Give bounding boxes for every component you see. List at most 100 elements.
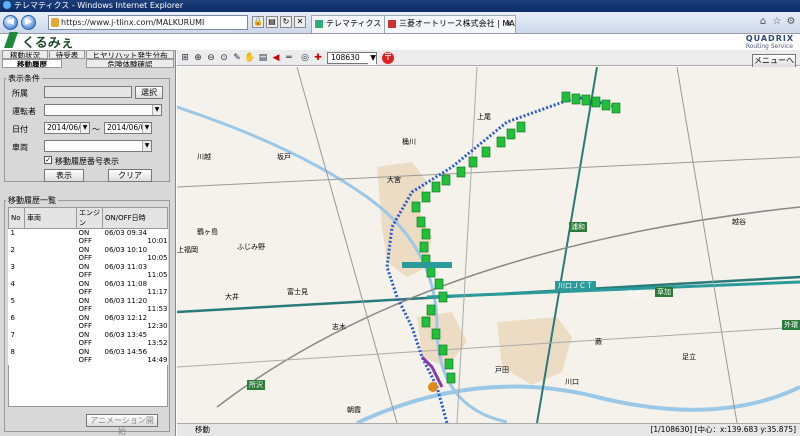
lock-icon[interactable]: 🔒 xyxy=(252,16,264,28)
table-row[interactable]: 7 ON 06/03 13:45 xyxy=(9,331,168,340)
table-row[interactable]: OFF 12:30 xyxy=(9,322,168,331)
table-row[interactable]: OFF 13:52 xyxy=(9,339,168,348)
menu-button[interactable]: メニューへ xyxy=(752,54,796,68)
cell-time: 10:01 xyxy=(147,237,168,246)
tab-standby[interactable]: 待受表 xyxy=(49,50,85,59)
col-no: No xyxy=(8,207,25,229)
select-button[interactable]: 選択 xyxy=(135,86,163,99)
table-row[interactable]: OFF 11:05 xyxy=(9,271,168,280)
plus-icon[interactable]: ✚ xyxy=(312,52,324,64)
layer-icon[interactable]: ◎ xyxy=(299,52,311,64)
jct-marker xyxy=(402,262,452,268)
place-label: 大宮 xyxy=(387,176,401,184)
chevron-down-icon: ▼ xyxy=(80,123,89,133)
hand-icon[interactable]: ✋ xyxy=(244,52,256,64)
show-seq-label: 移動履歴番号表示 xyxy=(55,157,119,166)
cell-no: 2 xyxy=(10,245,15,254)
cell-car xyxy=(25,348,77,357)
table-row[interactable]: OFF 10:01 xyxy=(9,237,168,246)
address-bar[interactable]: https://www.j-tlinx.com/MALKURUMI xyxy=(48,15,248,30)
cell-time: 06/03 11:20 xyxy=(104,296,148,305)
table-row[interactable]: OFF 11:53 xyxy=(9,305,168,314)
fit-icon[interactable]: ⊞ xyxy=(179,52,191,64)
logo-text: くるみぇ xyxy=(22,36,74,51)
river xyxy=(177,105,508,423)
vehicle-select[interactable]: ▼ xyxy=(44,140,152,152)
table-row[interactable]: 6 ON 06/03 12:12 xyxy=(9,314,168,323)
secure-icon xyxy=(51,18,59,27)
table-row[interactable]: 1 ON 06/03 09:34 xyxy=(9,229,168,238)
cell-time: 06/03 11:08 xyxy=(104,279,148,288)
stop-icon[interactable]: ✕ xyxy=(294,16,306,28)
home-icon[interactable]: ⌂ xyxy=(757,16,769,28)
table-row[interactable]: OFF 10:05 xyxy=(9,254,168,263)
forward-button[interactable]: ▶ xyxy=(21,15,36,30)
office-field[interactable] xyxy=(44,86,132,98)
cell-time: 10:05 xyxy=(147,254,168,263)
cell-time: 06/03 14:56 xyxy=(104,347,148,356)
compat-icon[interactable]: ▤ xyxy=(266,16,278,28)
table-row[interactable]: 2 ON 06/03 10:10 xyxy=(9,246,168,255)
cell-time: 06/03 09:34 xyxy=(104,229,148,237)
gear-icon[interactable]: ⚙ xyxy=(785,16,797,28)
table-row[interactable]: 5 ON 06/03 11:20 xyxy=(9,297,168,306)
refresh-icon[interactable]: ↻ xyxy=(280,16,292,28)
zoom-out-icon[interactable]: ⊖ xyxy=(205,52,217,64)
table-row[interactable]: OFF 14:49 xyxy=(9,356,168,365)
tab-movement-history[interactable]: 移動履歴 xyxy=(2,59,62,68)
ruler-icon[interactable]: ═ xyxy=(283,52,295,64)
date-to-field[interactable]: 2014/06/03 ▼ xyxy=(104,122,152,134)
cell-time: 13:52 xyxy=(147,339,168,348)
favorites-icon[interactable]: ☆ xyxy=(771,16,783,28)
tab-mitsubishi[interactable]: 三菱オートリース株式会社 | MA... × xyxy=(384,15,516,33)
road-label: 草加 xyxy=(627,290,641,298)
scale-select[interactable]: 108630 ▼ xyxy=(327,52,377,65)
date-from-field[interactable]: 2014/06/03 ▼ xyxy=(44,122,90,134)
chevron-down-icon: ▼ xyxy=(152,105,161,115)
show-button[interactable]: 表示 xyxy=(44,169,84,182)
col-time: ON/OFF日時 xyxy=(102,207,168,229)
place-label: ふじみ野 xyxy=(237,243,265,251)
cell-time: 11:17 xyxy=(147,288,168,297)
table-row[interactable]: OFF 11:17 xyxy=(9,288,168,297)
print-icon[interactable]: ▤ xyxy=(257,52,269,64)
close-icon[interactable]: × xyxy=(505,16,512,32)
zoom-area-icon[interactable]: ⊙ xyxy=(218,52,230,64)
table-row[interactable]: 8 ON 06/03 14:56 xyxy=(9,348,168,357)
back-button[interactable]: ◀ xyxy=(3,15,18,30)
vehicle-icon xyxy=(428,382,438,392)
brand-logo: QUADRIX Routing Service xyxy=(746,34,794,50)
zoom-in-icon[interactable]: ⊕ xyxy=(192,52,204,64)
cell-no: 6 xyxy=(10,313,15,322)
postal-icon[interactable]: 〒 xyxy=(382,52,394,64)
browser-toolbar: ◀ ▶ https://www.j-tlinx.com/MALKURUMI 🔒 … xyxy=(0,12,800,34)
table-row[interactable]: 4 ON 06/03 11:08 xyxy=(9,280,168,289)
window-titlebar: テレマティクス - Windows Internet Explorer xyxy=(0,0,800,12)
tab-operation-status[interactable]: 稼動状況 xyxy=(2,50,48,59)
driver-select[interactable]: ▼ xyxy=(44,104,162,116)
place-label: 志木 xyxy=(332,323,346,331)
pen-icon[interactable]: ✎ xyxy=(231,52,243,64)
chevron-down-icon: ▼ xyxy=(142,123,151,133)
place-label: 坂戸 xyxy=(277,153,291,161)
cell-engine: OFF xyxy=(78,237,93,246)
map-canvas[interactable]: 川越 ふじみ野 富士見 志木 朝霞 所沢 川口 浦和 草加 足立 鶴ヶ島 坂戸 … xyxy=(177,67,800,423)
search-conditions-label: 表示条件 xyxy=(6,73,42,84)
scale-value: 108630 xyxy=(331,53,360,62)
table-row[interactable]: 3 ON 06/03 11:03 xyxy=(9,263,168,272)
cell-time: 12:30 xyxy=(147,322,168,331)
animation-button[interactable]: アニメーション開始 xyxy=(86,414,158,436)
place-label: 上尾 xyxy=(477,113,491,121)
show-seq-checkbox[interactable]: ✓ xyxy=(44,156,52,164)
cell-engine: OFF xyxy=(78,288,93,297)
cell-engine: ON xyxy=(78,347,90,356)
cell-no xyxy=(9,322,25,331)
tab-near-miss[interactable]: ヒヤリハット発生分布 xyxy=(86,50,174,59)
brand-sub: Routing Service xyxy=(745,43,793,50)
cell-engine: OFF xyxy=(78,322,93,331)
date-label: 日付 xyxy=(12,125,28,134)
cell-car xyxy=(25,305,77,314)
clear-button[interactable]: クリア xyxy=(108,169,152,182)
tab-danger-check[interactable]: 危険体験確認 xyxy=(86,59,174,68)
arrow-left-icon[interactable]: ◀ xyxy=(270,52,282,64)
